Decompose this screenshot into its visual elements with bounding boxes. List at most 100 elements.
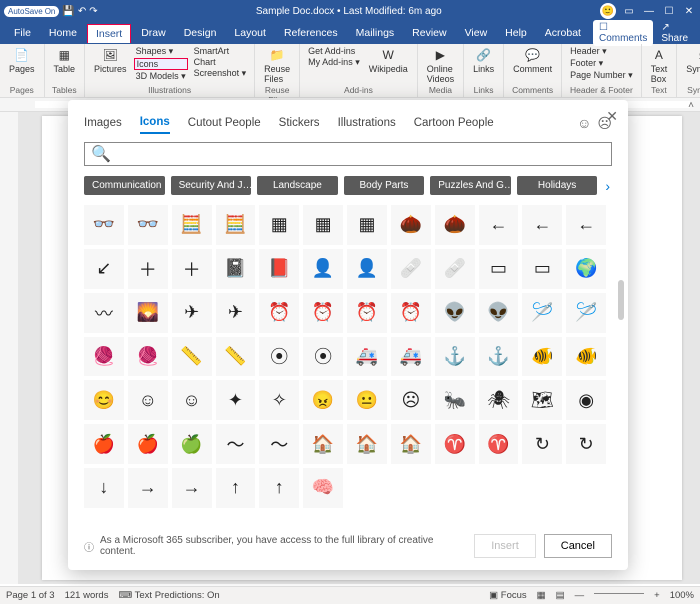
icon-cycle[interactable]: ↻ (522, 424, 562, 464)
focus-mode[interactable]: ▣ Focus (489, 590, 527, 601)
table-button[interactable]: ▦Table (51, 46, 79, 75)
search-box[interactable]: 🔍 (84, 142, 612, 166)
cat-puzzles[interactable]: Puzzles And G… (430, 176, 511, 195)
icon-plus-o[interactable]: ＋ (172, 249, 212, 289)
icon-plane[interactable]: ✈ (172, 293, 212, 333)
undo-icon[interactable]: ↶ (78, 6, 86, 17)
dtab-illustrations[interactable]: Illustrations (338, 113, 396, 133)
comments-button[interactable]: ☐ Comments (593, 20, 653, 46)
icon-home3[interactable]: 🏠 (391, 424, 431, 464)
icon-africa[interactable]: 🌍 (566, 249, 606, 289)
reuse-files-button[interactable]: 📁Reuse Files (261, 46, 293, 85)
icon-angry[interactable]: 😠 (303, 380, 343, 420)
icon-wave[interactable]: 〜 (216, 424, 256, 464)
icon-waves[interactable]: 〰 (84, 293, 124, 333)
icon-book3[interactable]: 👤 (303, 249, 343, 289)
icon-abacus[interactable]: 🧮 (172, 205, 212, 245)
dtab-icons[interactable]: Icons (140, 112, 170, 134)
icon-alien-o[interactable]: 👽 (479, 293, 519, 333)
tab-file[interactable]: File (6, 24, 39, 42)
icon-arrow-l3[interactable]: ← (566, 205, 606, 245)
icon-brain[interactable]: 🧠 (303, 468, 343, 508)
cat-communication[interactable]: Communication (84, 176, 165, 195)
word-count[interactable]: 121 words (65, 590, 109, 601)
icon-alarm-o[interactable]: ⏰ (303, 293, 343, 333)
icon-antarctica[interactable]: 🗺 (522, 380, 562, 420)
wikipedia-button[interactable]: WWikipedia (366, 46, 411, 75)
icon-bb2[interactable]: ▭ (522, 249, 562, 289)
icon-acorn-o[interactable]: 🌰 (435, 205, 475, 245)
icon-amb-o[interactable]: 🚑 (391, 337, 431, 377)
icon-grid-o[interactable]: ▦ (303, 205, 343, 245)
3d-models-button[interactable]: 3D Models ▾ (134, 71, 188, 82)
online-videos-button[interactable]: ▶Online Videos (424, 46, 457, 85)
text-box-button[interactable]: AText Box (648, 46, 671, 85)
icon-tape-o[interactable]: 📏 (216, 337, 256, 377)
icon-neutral[interactable]: 😐 (347, 380, 387, 420)
icon-plus[interactable]: ＋ (128, 249, 168, 289)
icon-grid[interactable]: ▦ (259, 205, 299, 245)
dtab-cartoon-people[interactable]: Cartoon People (414, 113, 494, 133)
icon-spark-o[interactable]: ✧ (259, 380, 299, 420)
icon-smile[interactable]: 😊 (84, 380, 124, 420)
icon-smile-o[interactable]: ☺ (128, 380, 168, 420)
cat-security[interactable]: Security And J… (171, 176, 252, 195)
icon-button[interactable]: ⦿ (259, 337, 299, 377)
tab-help[interactable]: Help (497, 24, 535, 42)
symbols-button[interactable]: ΩSymbols (683, 46, 700, 75)
tab-layout[interactable]: Layout (226, 24, 274, 42)
icon-spark[interactable]: ✦ (216, 380, 256, 420)
redo-icon[interactable]: ↷ (89, 6, 97, 17)
icon-right[interactable]: → (128, 468, 168, 508)
cat-holidays[interactable]: Holidays (517, 176, 598, 195)
icon-ambulance[interactable]: 🚑 (347, 337, 387, 377)
icon-aries-o[interactable]: ♈ (479, 424, 519, 464)
zoom-slider[interactable] (594, 593, 644, 594)
icon-anchor[interactable]: ⚓ (435, 337, 475, 377)
collapse-ribbon-icon[interactable]: ˄ (688, 100, 694, 111)
icon-book2[interactable]: 📕 (259, 249, 299, 289)
zoom-out[interactable]: — (575, 590, 585, 601)
icon-anchor2[interactable]: ⚓ (479, 337, 519, 377)
dtab-stickers[interactable]: Stickers (279, 113, 320, 133)
icon-sad[interactable]: ☹ (391, 380, 431, 420)
grid-scrollbar[interactable] (618, 280, 624, 320)
tab-home[interactable]: Home (41, 24, 85, 42)
icon-apple-o[interactable]: 🍎 (128, 424, 168, 464)
icon-needle[interactable]: 🪡 (522, 293, 562, 333)
icon-arrow-bl[interactable]: ↙ (84, 249, 124, 289)
icon-tape[interactable]: 📏 (172, 337, 212, 377)
view-web[interactable]: ▤ (556, 590, 565, 601)
icon-glasses[interactable]: 👓 (84, 205, 124, 245)
icon-alarm[interactable]: ⏰ (259, 293, 299, 333)
icon-bandage[interactable]: 🩹 (391, 249, 431, 289)
search-input[interactable] (115, 148, 605, 160)
icon-acorn[interactable]: 🌰 (391, 205, 431, 245)
share-button[interactable]: ↗ Share (655, 20, 694, 46)
icon-plane-o[interactable]: ✈ (216, 293, 256, 333)
icon-cycle-o[interactable]: ↻ (566, 424, 606, 464)
icon-billboard[interactable]: ▭ (479, 249, 519, 289)
tab-insert[interactable]: Insert (87, 24, 131, 43)
maximize-icon[interactable]: ☐ (662, 6, 676, 17)
happy-face-icon[interactable]: ☺ (577, 115, 591, 132)
icon-glasses-o[interactable]: 👓 (128, 205, 168, 245)
user-avatar[interactable]: 🙂 (600, 3, 616, 19)
autosave-toggle[interactable]: AutoSave On (4, 6, 59, 17)
icon-yarn[interactable]: 🧶 (84, 337, 124, 377)
icon-down[interactable]: ↓ (84, 468, 124, 508)
tab-acrobat[interactable]: Acrobat (537, 24, 589, 42)
icons-button[interactable]: Icons (134, 58, 188, 70)
links-button[interactable]: 🔗Links (470, 46, 497, 75)
icon-button-o[interactable]: ⦿ (303, 337, 343, 377)
dtab-images[interactable]: Images (84, 113, 122, 133)
minimize-icon[interactable]: — (642, 6, 656, 17)
zoom-in[interactable]: + (654, 590, 660, 601)
icon-abacus-o[interactable]: 🧮 (216, 205, 256, 245)
icon-smile2[interactable]: ☺ (172, 380, 212, 420)
icon-bandage-o[interactable]: 🩹 (435, 249, 475, 289)
cat-body-parts[interactable]: Body Parts (344, 176, 425, 195)
category-next-icon[interactable]: › (603, 178, 612, 194)
icon-field[interactable]: 🌄 (128, 293, 168, 333)
icon-wave2[interactable]: 〜 (259, 424, 299, 464)
